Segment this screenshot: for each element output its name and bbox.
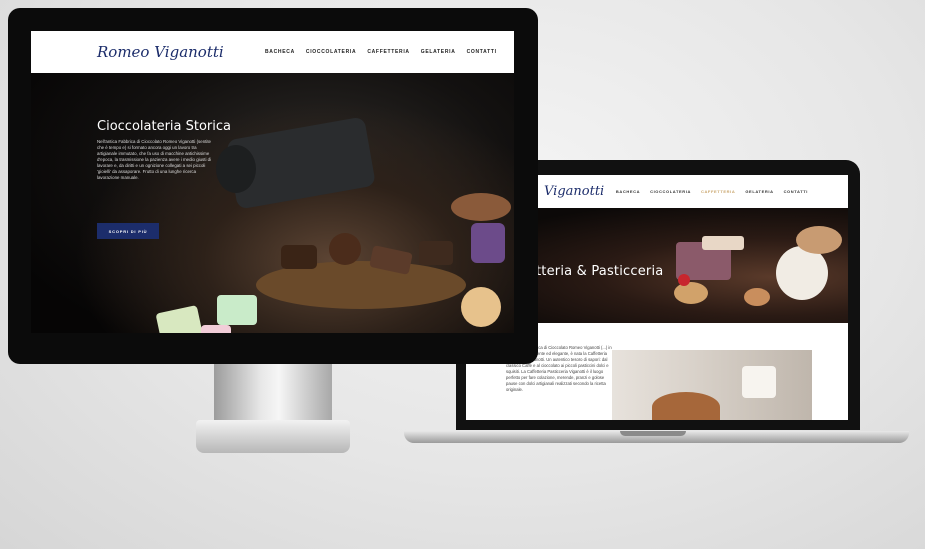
nav-bacheca[interactable]: BACHECA (265, 49, 295, 55)
discover-more-button[interactable]: SCOPRI DI PIÙ (97, 223, 159, 239)
hero-body-text: Nell'antica Fabbrica di Cioccolato Romeo… (97, 139, 212, 180)
candy-pink-image (201, 325, 231, 333)
laptop-content-photo (612, 350, 812, 420)
nav-caffetteria[interactable]: CAFFETTERIA (367, 49, 409, 55)
nav-contatti[interactable]: CONTATTI (467, 49, 497, 55)
meringue-image (776, 246, 828, 300)
monitor-logo[interactable]: Romeo Viganotti (97, 43, 224, 61)
macaron-image (744, 288, 770, 306)
monitor-hero-banner: Cioccolateria Storica Nell'antica Fabbri… (31, 73, 514, 333)
laptop-nav-bacheca[interactable]: BACHECA (616, 189, 640, 194)
machine-wheel-image (216, 145, 256, 193)
croissant-image (652, 392, 720, 420)
candy-purple-image (471, 223, 505, 263)
monitor-stand-foot (196, 420, 350, 453)
candy-orange-image (461, 287, 501, 327)
candy-mint-image (217, 295, 257, 325)
laptop-notch (620, 431, 686, 436)
laptop-nav-gelateria[interactable]: GELATERIA (745, 189, 773, 194)
truffle-image (329, 233, 361, 265)
monitor-screen: Romeo Viganotti BACHECA CIOCCOLATERIA CA… (31, 31, 514, 333)
pastry-image (796, 226, 842, 254)
monitor-navbar: Romeo Viganotti BACHECA CIOCCOLATERIA CA… (31, 31, 514, 73)
laptop-nav-contatti[interactable]: CONTATTI (784, 189, 808, 194)
monitor-nav-menu: BACHECA CIOCCOLATERIA CAFFETTERIA GELATE… (265, 49, 497, 55)
candy-green-image (155, 305, 205, 333)
laptop-nav-cioccolateria[interactable]: CIOCCOLATERIA (650, 189, 691, 194)
laptop-nav-menu: BACHECA CIOCCOLATERIA CAFFETTERIA GELATE… (616, 189, 808, 194)
chocolate-piece-image (281, 245, 317, 269)
coffee-cup-image (742, 366, 776, 398)
hero-title: Cioccolateria Storica (97, 119, 231, 134)
cake-top-image (702, 236, 744, 250)
nav-gelateria[interactable]: GELATERIA (421, 49, 456, 55)
laptop-nav-caffetteria[interactable]: CAFFETTERIA (701, 189, 735, 194)
vase-image (451, 193, 511, 221)
laptop-logo[interactable]: Viganotti (544, 184, 604, 199)
nav-cioccolateria[interactable]: CIOCCOLATERIA (306, 49, 356, 55)
monitor-stand-neck (214, 364, 332, 424)
tart-image (674, 282, 708, 304)
chocolate-piece-2-image (419, 241, 453, 265)
laptop-hero-title: tteria & Pasticceria (536, 264, 664, 279)
strawberry-image (678, 274, 690, 286)
